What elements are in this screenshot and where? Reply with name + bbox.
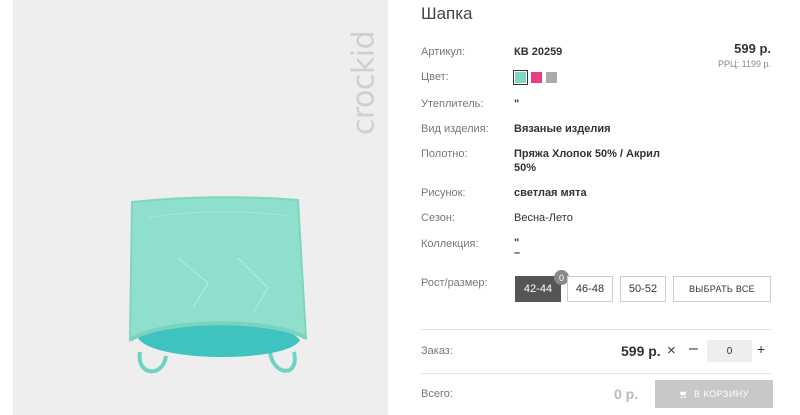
spec-value-season: Весна-Лето [514,212,573,224]
size-option-46-48[interactable]: 46-48 [567,276,613,302]
quantity-input[interactable] [707,340,752,362]
recommended-retail-price: РРЦ: 1199 р. [717,59,771,69]
product-photo: crockid [13,0,388,415]
spec-value-fabric-line2: 50% [514,162,537,174]
size-label: Рост/размер: [421,277,488,289]
size-option-50-52[interactable]: 50-52 [620,276,666,302]
order-label: Заказ: [421,345,453,357]
total-label: Всего: [421,388,453,400]
total-price: 0 р. [614,386,639,402]
spec-label-fabric: Полотно: [421,148,468,160]
divider [421,329,771,330]
spec-label-insulation: Утеплитель: [421,98,484,110]
brand-logo: crockid [344,8,384,158]
spec-label-collection: Коллекция: [421,238,479,250]
product-image [128,196,308,374]
spec-value-collection-line2: – [514,247,521,259]
spec-label-pattern: Рисунок: [421,187,466,199]
color-swatch-gray[interactable] [546,72,557,83]
cart-icon [679,391,687,398]
color-swatch-pink[interactable] [531,72,542,83]
divider [421,373,771,374]
spec-value-article: КВ 20259 [514,46,563,58]
spec-value-item-type: Вязаные изделия [514,123,611,135]
spec-label-item-type: Вид изделия: [421,123,489,135]
select-all-sizes-button[interactable]: ВЫБРАТЬ ВСЕ [673,276,771,302]
spec-value-insulation: " [514,98,520,110]
brand-logo-text: crockid [346,30,382,136]
color-swatch-mint[interactable] [513,70,528,85]
spec-label-color: Цвет: [421,71,449,83]
multiply-icon: × [667,342,676,359]
add-to-cart-button[interactable]: В КОРЗИНУ [655,380,773,408]
add-to-cart-label: В КОРЗИНУ [693,389,750,399]
spec-label-season: Сезон: [421,212,455,224]
increase-quantity-button[interactable]: + [757,341,765,357]
order-price: 599 р. [621,343,661,359]
spec-value-fabric-line1: Пряжа Хлопок 50% / Акрил [514,148,660,160]
decrease-quantity-button[interactable]: – [689,340,698,358]
product-title: Шапка [421,4,473,23]
product-price: 599 р. [734,41,771,56]
spec-value-pattern: светлая мята [514,187,587,199]
spec-label-article: Артикул: [421,46,466,58]
